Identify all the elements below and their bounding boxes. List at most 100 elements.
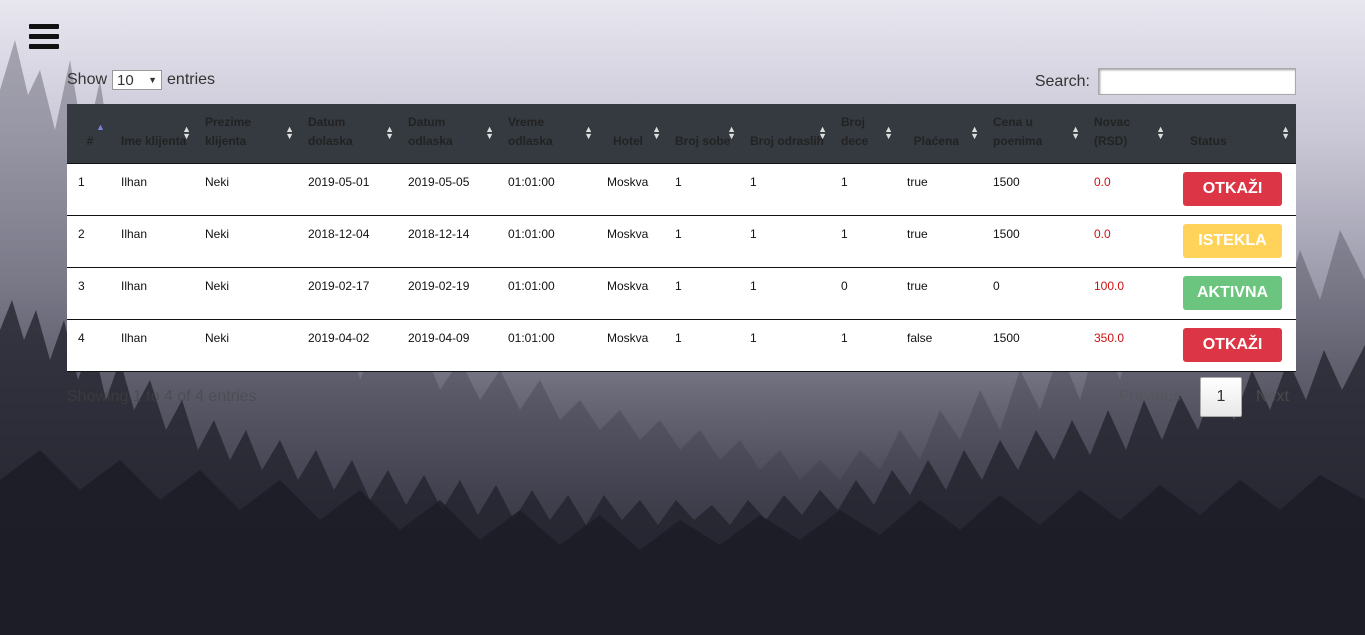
cell-cena-u-poenima: 1500: [985, 163, 1086, 216]
entries-length-value: 10: [117, 71, 134, 89]
sort-both-icon: ▲ ▼: [385, 124, 394, 141]
column-header-hotel[interactable]: Hotel ▲ ▼: [599, 104, 667, 164]
cell-status: AKTIVNA: [1171, 267, 1296, 320]
cell-cena-u-poenima: 1500: [985, 215, 1086, 268]
cell-prezime: Neki: [197, 163, 300, 216]
cell-prezime: Neki: [197, 267, 300, 320]
cell-vreme-odlaska: 01:01:00: [500, 319, 599, 372]
cell-broj-odraslih: 1: [742, 163, 833, 216]
column-header-id[interactable]: # ▲: [67, 104, 113, 164]
cell-broj-dece: 1: [833, 319, 899, 372]
pagination: Previous 1 Next: [1119, 377, 1296, 417]
column-header-status[interactable]: Status ▲ ▼: [1171, 104, 1296, 164]
table-row: 3 Ilhan Neki 2019-02-17 2019-02-19 01:01…: [67, 267, 1296, 320]
expired-status-button[interactable]: ISTEKLA: [1183, 223, 1282, 258]
cell-datum-dolaska: 2019-05-01: [300, 163, 400, 216]
cell-datum-dolaska: 2019-02-17: [300, 267, 400, 320]
cell-ime: Ilhan: [113, 267, 197, 320]
cell-vreme-odlaska: 01:01:00: [500, 267, 599, 320]
table-info: Showing 1 to 4 of 4 entries: [67, 388, 257, 405]
sort-both-icon: ▲ ▼: [485, 124, 494, 141]
active-status-button[interactable]: AKTIVNA: [1183, 275, 1282, 310]
cell-ime: Ilhan: [113, 163, 197, 216]
column-header-label: Broj dece: [841, 114, 869, 148]
cell-cena-u-poenima: 1500: [985, 319, 1086, 372]
sort-both-icon: ▲ ▼: [1071, 124, 1080, 141]
cell-status: OTKAŽI: [1171, 319, 1296, 372]
entries-length-select[interactable]: 10 ▼: [112, 70, 163, 90]
cell-broj-sobe: 1: [667, 319, 742, 372]
sort-both-icon: ▲ ▼: [884, 124, 893, 141]
cell-prezime: Neki: [197, 215, 300, 268]
column-header-label: #: [86, 133, 94, 148]
cell-placena: true: [899, 215, 985, 268]
column-header-label: Hotel: [613, 133, 643, 148]
hamburger-menu-icon[interactable]: [29, 24, 59, 51]
cell-datum-odlaska: 2019-05-05: [400, 163, 500, 216]
sort-both-icon: ▲ ▼: [182, 124, 191, 141]
reservations-table: # ▲ Ime klijenta ▲ ▼ Prezime klijenta ▲ ▼ Da…: [67, 104, 1296, 372]
sort-both-icon: ▲ ▼: [818, 124, 827, 141]
table-row: 2 Ilhan Neki 2018-12-04 2018-12-14 01:01…: [67, 215, 1296, 268]
cell-broj-sobe: 1: [667, 267, 742, 320]
table-row: 4 Ilhan Neki 2019-04-02 2019-04-09 01:01…: [67, 319, 1296, 372]
column-header-label: Datum dolaska: [308, 114, 353, 148]
sort-both-icon: ▲ ▼: [970, 124, 979, 141]
column-header-cena-u-poenima[interactable]: Cena u poenima ▲ ▼: [985, 104, 1086, 164]
column-header-label: Datum odlaska: [408, 114, 453, 148]
previous-page-button[interactable]: Previous: [1119, 388, 1181, 406]
column-header-ime[interactable]: Ime klijenta ▲ ▼: [113, 104, 197, 164]
search-input[interactable]: [1098, 68, 1296, 95]
cell-broj-dece: 0: [833, 267, 899, 320]
page-1-button[interactable]: 1: [1200, 377, 1242, 417]
cell-datum-dolaska: 2018-12-04: [300, 215, 400, 268]
show-label: Show: [67, 71, 108, 88]
sort-both-icon: ▲ ▼: [584, 124, 593, 141]
cell-hotel: Moskva: [599, 163, 667, 216]
sort-both-icon: ▲ ▼: [1156, 124, 1165, 141]
cell-datum-odlaska: 2019-02-19: [400, 267, 500, 320]
column-header-broj-sobe[interactable]: Broj sobe ▲ ▼: [667, 104, 742, 164]
column-header-novac[interactable]: Novac (RSD) ▲ ▼: [1086, 104, 1171, 164]
cell-placena: false: [899, 319, 985, 372]
column-header-vreme-odlaska[interactable]: Vreme odlaska ▲ ▼: [500, 104, 599, 164]
column-header-datum-odlaska[interactable]: Datum odlaska ▲ ▼: [400, 104, 500, 164]
cell-novac: 0.0: [1086, 163, 1171, 216]
cell-ime: Ilhan: [113, 319, 197, 372]
column-header-label: Plaćena: [913, 133, 959, 148]
cancel-button[interactable]: OTKAŽI: [1183, 327, 1282, 362]
cell-ime: Ilhan: [113, 215, 197, 268]
column-header-placena[interactable]: Plaćena ▲ ▼: [899, 104, 985, 164]
search-control: Search:: [1035, 68, 1296, 95]
cell-novac: 350.0: [1086, 319, 1171, 372]
cell-id: 4: [67, 319, 113, 372]
cell-prezime: Neki: [197, 319, 300, 372]
column-header-datum-dolaska[interactable]: Datum dolaska ▲ ▼: [300, 104, 400, 164]
cancel-button[interactable]: OTKAŽI: [1183, 171, 1282, 206]
cell-placena: true: [899, 163, 985, 216]
column-header-broj-odraslih[interactable]: Broj odraslih ▲ ▼: [742, 104, 833, 164]
column-header-prezime[interactable]: Prezime klijenta ▲ ▼: [197, 104, 300, 164]
cell-broj-sobe: 1: [667, 163, 742, 216]
column-header-label: Prezime klijenta: [205, 114, 252, 148]
column-header-broj-dece[interactable]: Broj dece ▲ ▼: [833, 104, 899, 164]
cell-broj-dece: 1: [833, 215, 899, 268]
sort-both-icon: ▲ ▼: [652, 124, 661, 141]
cell-broj-odraslih: 1: [742, 267, 833, 320]
cell-broj-sobe: 1: [667, 215, 742, 268]
cell-status: OTKAŽI: [1171, 163, 1296, 216]
search-label: Search:: [1034, 72, 1090, 90]
next-page-button[interactable]: Next: [1256, 388, 1296, 406]
cell-vreme-odlaska: 01:01:00: [500, 163, 599, 216]
sort-both-icon: ▲ ▼: [1281, 124, 1290, 141]
cell-datum-odlaska: 2019-04-09: [400, 319, 500, 372]
cell-id: 2: [67, 215, 113, 268]
column-header-label: Vreme odlaska: [508, 114, 553, 148]
cell-datum-odlaska: 2018-12-14: [400, 215, 500, 268]
sort-asc-icon: ▲: [96, 122, 105, 132]
cell-vreme-odlaska: 01:01:00: [500, 215, 599, 268]
cell-datum-dolaska: 2019-04-02: [300, 319, 400, 372]
column-header-label: Cena u poenima: [993, 114, 1043, 148]
column-header-label: Broj sobe: [675, 133, 731, 148]
column-header-label: Status: [1190, 133, 1227, 148]
